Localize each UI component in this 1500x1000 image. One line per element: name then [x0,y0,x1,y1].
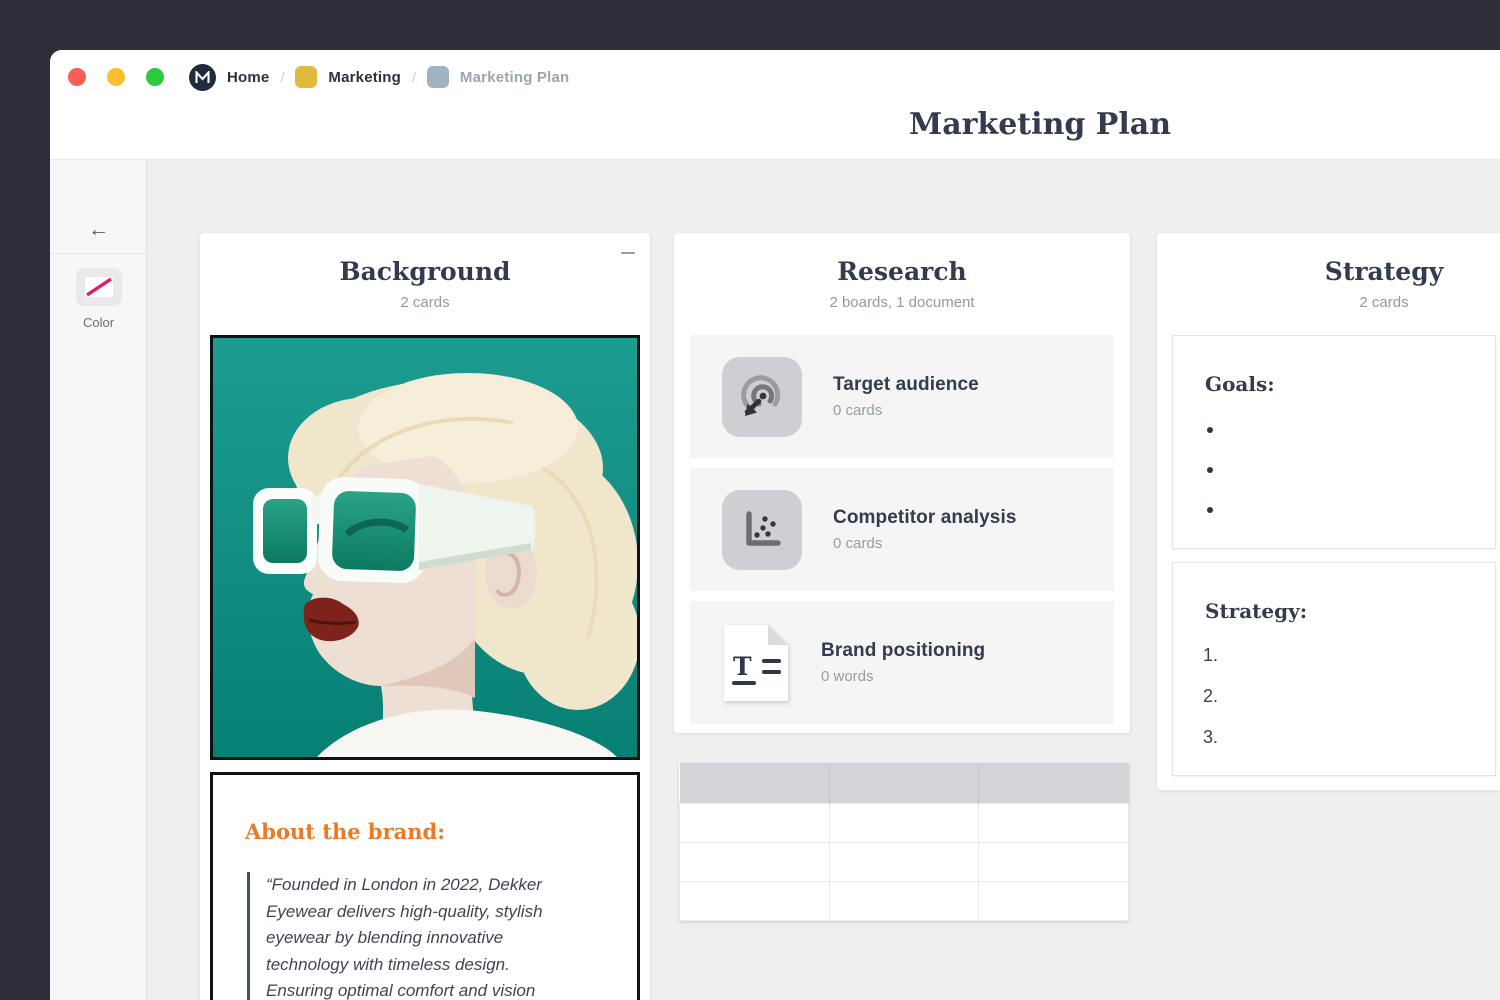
table-cell[interactable] [680,842,830,881]
about-heading: About the brand: [245,819,609,844]
breadcrumb-separator: / [412,69,416,85]
bullet-dot [1207,427,1213,433]
table-header-cell[interactable] [829,763,979,803]
table-row [680,842,1129,881]
strategy-heading: Strategy: [1205,599,1495,623]
numbered-item[interactable]: 2. [1203,676,1495,717]
empty-table-card[interactable] [679,763,1129,921]
board-item-title: Competitor analysis [833,507,1017,529]
color-tool[interactable]: Color [50,268,147,330]
color-tool-label: Color [50,315,147,330]
marketing-plan-board-icon [427,66,449,88]
table-header-cell[interactable] [680,763,830,803]
breadcrumb-current: Marketing Plan [460,69,570,86]
collapse-sidebar-arrow-icon[interactable]: ← [50,218,147,242]
board-item-target-audience[interactable]: Target audience 0 cards [690,335,1114,458]
table-cell[interactable] [829,881,979,920]
bullet-dot [1207,507,1213,513]
board-target-icon [722,357,802,437]
goals-heading: Goals: [1205,372,1495,396]
table-cell[interactable] [979,842,1129,881]
minimize-column-icon[interactable] [621,252,635,254]
strategy-numbered-list: 1. 2. 3. [1203,635,1495,758]
table-cell[interactable] [829,803,979,842]
column-research: Research 2 boards, 1 document Target aud… [674,233,1130,733]
column-subtitle: 2 cards [200,294,650,311]
milanote-logo-icon[interactable] [189,64,216,91]
column-subtitle: 2 boards, 1 document [674,294,1130,311]
table-row [680,803,1129,842]
document-item-brand-positioning[interactable]: T Brand positioning 0 words [690,601,1114,724]
board-item-title: Target audience [833,374,979,396]
bullet-item[interactable] [1207,450,1495,490]
page-title[interactable]: Marketing Plan [909,107,1171,142]
portrait-image [213,338,637,757]
table-header-row [680,763,1129,803]
board-scatter-chart-icon [722,490,802,570]
column-title: Strategy [1157,233,1500,286]
board-item-subtitle: 0 cards [833,402,979,419]
board-item-subtitle: 0 cards [833,535,1017,552]
table-header-cell[interactable] [979,763,1129,803]
window-zoom-button[interactable] [146,68,164,86]
table-cell[interactable] [829,842,979,881]
strategy-card[interactable]: Strategy: 1. 2. 3. [1172,562,1496,776]
color-swatch-icon[interactable] [76,268,122,306]
table-cell[interactable] [680,803,830,842]
column-title: Research [674,233,1130,286]
titlebar: Home / Marketing / Marketing Plan Market… [50,50,1500,160]
numbered-item[interactable]: 1. [1203,635,1495,676]
app-window: Home / Marketing / Marketing Plan Market… [50,50,1500,1000]
table-cell[interactable] [979,881,1129,920]
breadcrumb-separator: / [280,69,284,85]
bullet-item[interactable] [1207,410,1495,450]
breadcrumb-home[interactable]: Home [227,69,269,86]
table-cell[interactable] [680,881,830,920]
svg-text:T: T [733,652,752,681]
goals-card[interactable]: Goals: [1172,335,1496,549]
window-close-button[interactable] [68,68,86,86]
column-background: Background 2 cards [200,233,650,1000]
marketing-board-icon[interactable] [295,66,317,88]
bullet-item[interactable] [1207,490,1495,530]
breadcrumb: Home / Marketing / Marketing Plan [68,58,569,96]
window-minimize-button[interactable] [107,68,125,86]
column-title: Background [200,233,650,286]
board-item-competitor-analysis[interactable]: Competitor analysis 0 cards [690,468,1114,591]
image-card[interactable] [210,335,640,760]
document-item-title: Brand positioning [821,640,985,662]
document-icon: T [722,623,790,703]
about-brand-card[interactable]: About the brand: “Founded in London in 2… [210,772,640,1000]
numbered-item[interactable]: 3. [1203,717,1495,758]
table-cell[interactable] [979,803,1129,842]
table-row [680,881,1129,920]
document-item-subtitle: 0 words [821,668,985,685]
sidebar-divider [50,253,147,254]
column-subtitle: 2 cards [1157,294,1500,311]
goals-bullet-list [1207,410,1495,530]
bullet-dot [1207,467,1213,473]
column-strategy: Strategy 2 cards Goals: Strategy: 1. 2. … [1157,233,1500,790]
brand-quote: “Founded in London in 2022, Dekker Eyewe… [247,872,609,1000]
sidebar: ← Color [50,160,147,1000]
breadcrumb-marketing[interactable]: Marketing [328,69,401,86]
